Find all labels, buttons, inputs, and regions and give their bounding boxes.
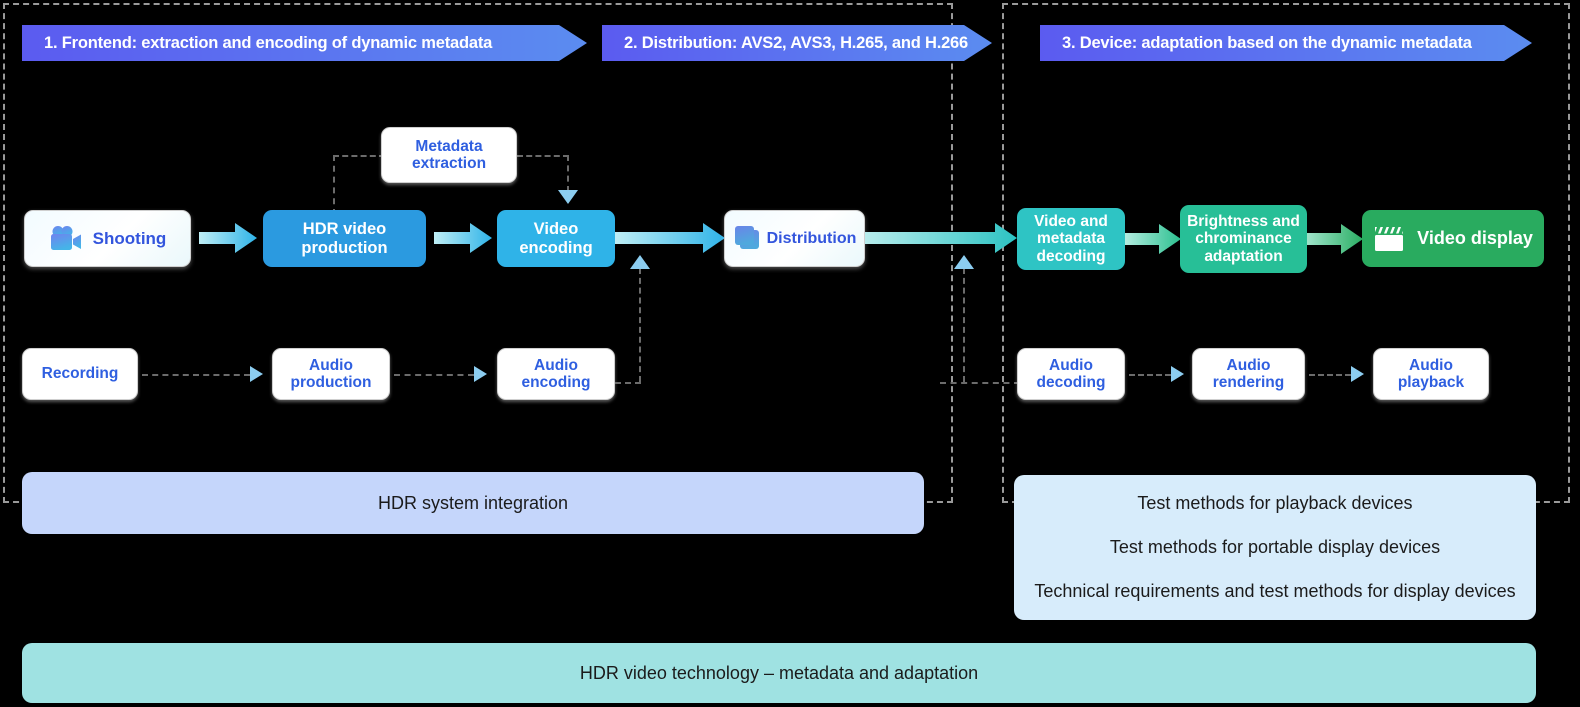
banner-frontend[interactable]: 1. Frontend: extraction and encoding of … xyxy=(22,25,587,61)
node-audio-decoding[interactable]: Audio decoding xyxy=(1017,348,1125,400)
dashed-audio-production-to-audio-encoding xyxy=(394,374,474,376)
metadata-extraction-connector-right-horizontal xyxy=(517,155,569,157)
node-audio-encoding-label: Audio encoding xyxy=(521,356,591,391)
panel-footer-hdr-video-technology[interactable]: HDR video technology – metadata and adap… xyxy=(22,643,1536,703)
panel-device-tests-line-3: Technical requirements and test methods … xyxy=(1034,581,1516,601)
panel-hdr-system-integration-label: HDR system integration xyxy=(377,492,569,513)
arrow-video-encoding-to-distribution xyxy=(615,222,725,254)
dashed-device-audio-feed-horizontal xyxy=(940,382,1020,384)
arrow-distribution-to-device xyxy=(865,222,1017,254)
node-distribution[interactable]: Distribution xyxy=(724,210,865,267)
node-shooting[interactable]: Shooting xyxy=(24,210,191,267)
metadata-extraction-connector-left-vertical xyxy=(333,155,335,215)
node-video-encoding-label: Video encoding xyxy=(519,220,593,257)
node-video-metadata-decoding-label: Video and metadata decoding xyxy=(1034,212,1108,265)
node-brightness-chrominance-adaptation[interactable]: Brightness and chrominance adaptation xyxy=(1180,205,1307,273)
banner-distribution-label: 2. Distribution: AVS2, AVS3, H.265, and … xyxy=(624,33,969,52)
node-brightness-chrominance-adaptation-label: Brightness and chrominance adaptation xyxy=(1187,212,1300,265)
node-video-metadata-decoding[interactable]: Video and metadata decoding xyxy=(1017,208,1125,270)
node-video-display[interactable]: Video display xyxy=(1362,210,1544,267)
arrowhead-device-audio-feed xyxy=(954,255,974,269)
arrowhead-recording-to-audio-production xyxy=(250,366,263,382)
arrowhead-audio-rendering-to-playback xyxy=(1351,366,1364,382)
node-audio-playback-label: Audio playback xyxy=(1397,356,1465,391)
banner-distribution[interactable]: 2. Distribution: AVS2, AVS3, H.265, and … xyxy=(602,25,992,61)
node-metadata-extraction-label: Metadata extraction xyxy=(411,137,487,172)
dashed-recording-to-audio-production xyxy=(142,374,250,376)
arrow-hdr-production-to-video-encoding xyxy=(434,222,492,254)
arrowhead-audio-production-to-audio-encoding xyxy=(474,366,487,382)
dashed-audio-rendering-to-playback xyxy=(1309,374,1351,376)
arrow-decoding-to-adaptation xyxy=(1125,223,1181,255)
dashed-audio-decoding-to-rendering xyxy=(1129,374,1171,376)
diagram-canvas: 1. Frontend: extraction and encoding of … xyxy=(0,0,1580,707)
arrow-shooting-to-hdr-production xyxy=(199,222,257,254)
node-recording[interactable]: Recording xyxy=(22,348,138,400)
node-recording-label: Recording xyxy=(41,365,119,383)
node-video-encoding[interactable]: Video encoding xyxy=(497,210,615,267)
panel-device-tests-line-2: Test methods for portable display device… xyxy=(1109,537,1441,557)
arrowhead-audio-decoding-to-rendering xyxy=(1171,366,1184,382)
video-camera-icon xyxy=(49,225,83,252)
node-shooting-label: Shooting xyxy=(92,228,167,248)
banner-frontend-label: 1. Frontend: extraction and encoding of … xyxy=(44,33,493,52)
metadata-extraction-connector-right-vertical xyxy=(567,155,569,192)
node-audio-production-label: Audio production xyxy=(290,356,372,391)
node-audio-production[interactable]: Audio production xyxy=(272,348,390,400)
node-audio-decoding-label: Audio decoding xyxy=(1036,356,1106,391)
layered-screens-icon xyxy=(733,225,763,253)
panel-device-tests[interactable]: Test methods for playback devices Test m… xyxy=(1014,475,1536,620)
arrow-adaptation-to-video-display xyxy=(1307,223,1363,255)
node-audio-playback[interactable]: Audio playback xyxy=(1373,348,1489,400)
node-audio-rendering[interactable]: Audio rendering xyxy=(1192,348,1305,400)
dashed-device-audio-feed-vertical xyxy=(963,268,965,382)
dashed-audio-encoding-to-video-encoding-vertical xyxy=(639,268,641,382)
panel-device-tests-line-1: Test methods for playback devices xyxy=(1137,493,1413,513)
node-video-display-label: Video display xyxy=(1417,228,1533,249)
metadata-extraction-connector-left-horizontal xyxy=(333,155,385,157)
node-audio-rendering-label: Audio rendering xyxy=(1212,356,1285,391)
banner-device-label: 3. Device: adaptation based on the dynam… xyxy=(1062,33,1472,52)
dashed-audio-encoding-to-video-encoding-horizontal xyxy=(615,382,641,384)
metadata-extraction-arrowhead-down xyxy=(558,190,578,204)
panel-footer-label: HDR video technology – metadata and adap… xyxy=(579,662,979,683)
banner-device[interactable]: 3. Device: adaptation based on the dynam… xyxy=(1040,25,1532,61)
node-hdr-video-production-label: HDR video production xyxy=(301,220,388,257)
clapperboard-icon xyxy=(1373,225,1405,253)
node-hdr-video-production[interactable]: HDR video production xyxy=(263,210,426,267)
node-audio-encoding[interactable]: Audio encoding xyxy=(497,348,615,400)
node-distribution-label: Distribution xyxy=(766,229,857,247)
node-metadata-extraction[interactable]: Metadata extraction xyxy=(381,127,517,183)
arrowhead-audio-encoding-to-video-encoding xyxy=(630,255,650,269)
panel-hdr-system-integration[interactable]: HDR system integration xyxy=(22,472,924,534)
